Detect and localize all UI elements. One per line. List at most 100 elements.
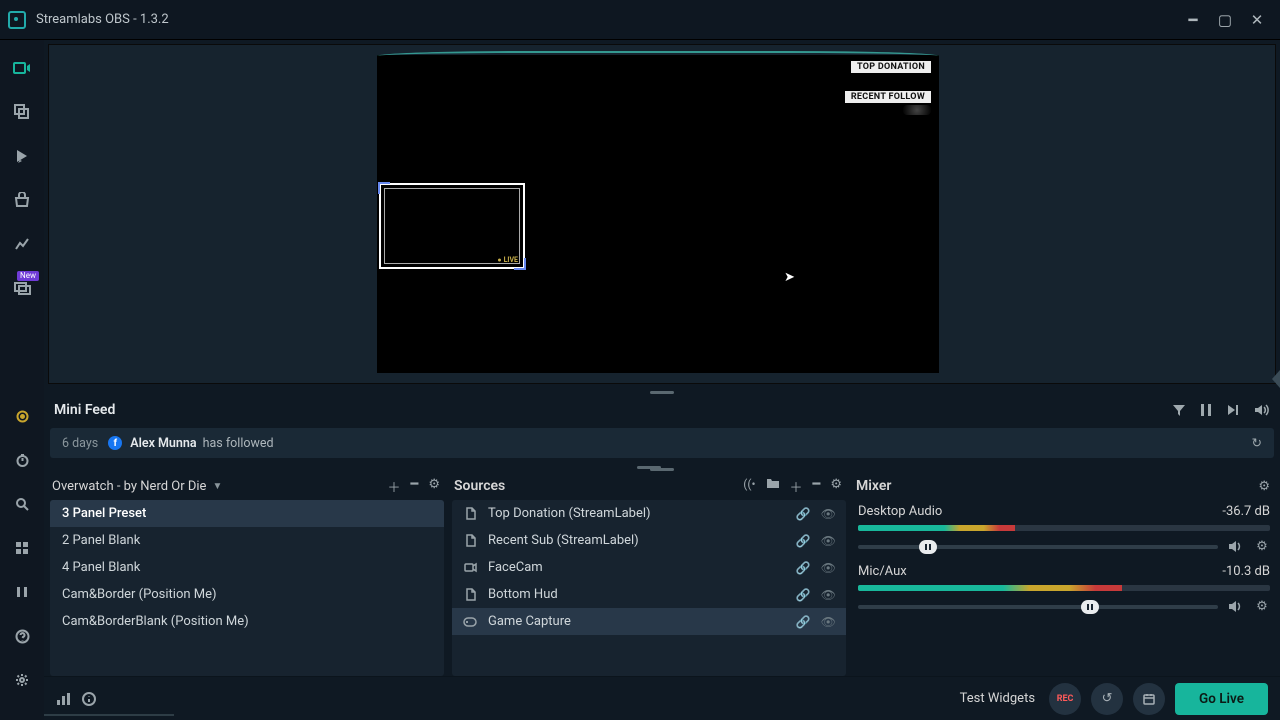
feed-user-name: Alex Munna <box>130 436 196 451</box>
source-settings-icon[interactable]: ⚙ <box>830 477 842 496</box>
audio-meter <box>858 525 1270 531</box>
source-type-icon <box>462 534 478 547</box>
test-widgets-button[interactable]: Test Widgets <box>960 691 1035 706</box>
audio-meter <box>858 585 1270 591</box>
source-camera-icon[interactable]: ((• <box>743 477 755 496</box>
search-icon[interactable] <box>8 490 36 518</box>
source-lock-icon[interactable]: 🔗 <box>796 588 811 602</box>
channel-settings-icon[interactable]: ⚙ <box>1254 599 1270 614</box>
feed-action: has followed <box>203 436 274 451</box>
new-badge: New <box>17 271 39 281</box>
source-visibility-icon[interactable]: 👁 <box>821 507 836 521</box>
editor-tab-icon[interactable] <box>8 54 36 82</box>
sources-title: Sources <box>454 478 505 494</box>
camera-selection-box[interactable]: LIVE <box>379 183 525 269</box>
scene-collection-dropdown[interactable]: Overwatch - by Nerd Or Die ▼ <box>52 479 222 494</box>
feed-entry[interactable]: 6 days f Alex Munna has followed ↻ <box>50 428 1274 458</box>
mini-feed-panel: Mini Feed 6 days f Alex Munna has follow… <box>44 396 1280 466</box>
scene-add-icon[interactable]: ＋ <box>388 477 401 496</box>
horizontal-splitter[interactable] <box>44 388 1280 396</box>
source-visibility-icon[interactable]: 👁 <box>821 534 836 548</box>
left-nav-rail: New <box>0 40 44 720</box>
source-lock-icon[interactable]: 🔗 <box>796 507 811 521</box>
source-lock-icon[interactable]: 🔗 <box>796 534 811 548</box>
scene-item[interactable]: 3 Panel Preset <box>50 500 444 527</box>
volume-slider[interactable] <box>858 605 1218 609</box>
pause-icon[interactable] <box>8 578 36 606</box>
replay-button[interactable]: ↺ <box>1091 683 1123 715</box>
stats-icon[interactable] <box>56 692 70 706</box>
mixer-panel: Mixer ⚙ Desktop Audio-36.7 dB⚙Mic/Aux-10… <box>854 472 1274 676</box>
schedule-button[interactable] <box>1133 683 1165 715</box>
scene-item[interactable]: 2 Panel Blank <box>50 527 444 554</box>
channel-settings-icon[interactable]: ⚙ <box>1254 539 1270 554</box>
source-item[interactable]: Top Donation (StreamLabel)🔗👁 <box>452 500 846 527</box>
source-add-icon[interactable]: ＋ <box>790 477 803 496</box>
status-bar: Test Widgets REC ↺ Go Live <box>44 676 1280 720</box>
feed-filter-icon[interactable] <box>1172 403 1186 417</box>
feed-volume-icon[interactable] <box>1254 403 1270 417</box>
alertbox-tab-icon[interactable] <box>8 142 36 170</box>
titlebar: Streamlabs OBS - 1.3.2 ━ ▢ ✕ <box>0 0 1280 40</box>
feed-pause-icon[interactable] <box>1200 403 1212 417</box>
scenes-list: 3 Panel Preset2 Panel Blank4 Panel Blank… <box>50 500 444 676</box>
layout-tab-icon[interactable] <box>8 98 36 126</box>
mute-icon[interactable] <box>1228 540 1244 553</box>
store-tab-icon[interactable] <box>8 186 36 214</box>
source-lock-icon[interactable]: 🔗 <box>796 615 811 629</box>
mixer-channel: Desktop Audio-36.7 dB⚙ <box>858 504 1270 554</box>
highlight-icon[interactable] <box>8 402 36 430</box>
app-logo-icon <box>8 11 26 29</box>
source-item[interactable]: Recent Sub (StreamLabel)🔗👁 <box>452 527 846 554</box>
mouse-cursor: ➤ <box>784 270 795 285</box>
scene-item[interactable]: Cam&BorderBlank (Position Me) <box>50 608 444 635</box>
mixer-channel: Mic/Aux-10.3 dB⚙ <box>858 564 1270 614</box>
info-icon[interactable] <box>82 692 96 706</box>
overlay-top-donation: TOP DONATION <box>851 61 931 73</box>
scene-settings-icon[interactable]: ⚙ <box>428 477 440 496</box>
source-item[interactable]: Bottom Hud 🔗 👁 <box>452 581 846 608</box>
theme-tab-icon[interactable]: New <box>8 274 36 302</box>
source-folder-icon[interactable] <box>766 477 780 496</box>
close-button[interactable]: ✕ <box>1250 13 1264 27</box>
source-visibility-icon[interactable]: 👁 <box>821 588 836 602</box>
source-label: FaceCam <box>488 560 543 575</box>
scene-item[interactable]: 4 Panel Blank <box>50 554 444 581</box>
feed-refresh-icon[interactable]: ↻ <box>1252 435 1262 451</box>
source-label: Bottom Hud <box>488 587 558 602</box>
grid-icon[interactable] <box>8 534 36 562</box>
preview-area[interactable]: TOP DONATION RECENT FOLLOW LIVE ➤ <box>48 44 1276 384</box>
go-live-button[interactable]: Go Live <box>1175 683 1268 715</box>
minimize-button[interactable]: ━ <box>1186 13 1200 27</box>
overlay-recent-follow: RECENT FOLLOW <box>845 91 931 103</box>
source-lock-icon[interactable]: 🔗 <box>796 561 811 575</box>
preview-canvas[interactable]: TOP DONATION RECENT FOLLOW LIVE <box>377 55 939 373</box>
channel-name: Mic/Aux <box>858 564 907 579</box>
volume-slider[interactable] <box>858 545 1218 549</box>
source-visibility-icon[interactable]: 👁 <box>821 615 836 629</box>
source-item[interactable]: Game Capture🔗👁 <box>452 608 846 635</box>
scene-collection-name: Overwatch - by Nerd Or Die <box>52 479 206 494</box>
sources-list: Top Donation (StreamLabel)🔗👁Recent Sub (… <box>452 500 846 676</box>
channel-db: -36.7 dB <box>1222 504 1270 519</box>
source-type-icon <box>462 617 478 627</box>
source-type-icon <box>462 588 478 601</box>
source-visibility-icon[interactable]: 👁 <box>821 561 836 575</box>
settings-icon[interactable] <box>8 666 36 694</box>
source-remove-icon[interactable]: ━ <box>813 477 821 496</box>
source-item[interactable]: FaceCam 🔗 👁 <box>452 554 846 581</box>
mixer-settings-icon[interactable]: ⚙ <box>1258 479 1270 494</box>
record-button[interactable]: REC <box>1049 683 1081 715</box>
maximize-button[interactable]: ▢ <box>1218 13 1232 27</box>
feed-skip-icon[interactable] <box>1226 403 1240 417</box>
sources-panel: Sources ((• ＋ ━ ⚙ Top Donation (StreamLa… <box>452 472 846 676</box>
help-icon[interactable] <box>8 622 36 650</box>
scenes-panel: Overwatch - by Nerd Or Die ▼ ＋ ━ ⚙ 3 Pan… <box>50 472 444 676</box>
scene-remove-icon[interactable]: ━ <box>411 477 419 496</box>
dashboard-tab-icon[interactable] <box>8 230 36 258</box>
mute-icon[interactable] <box>1228 600 1244 613</box>
scene-item[interactable]: Cam&Border (Position Me) <box>50 581 444 608</box>
timer-icon[interactable] <box>8 446 36 474</box>
mini-feed-title: Mini Feed <box>54 402 115 418</box>
feed-time: 6 days <box>62 436 98 451</box>
